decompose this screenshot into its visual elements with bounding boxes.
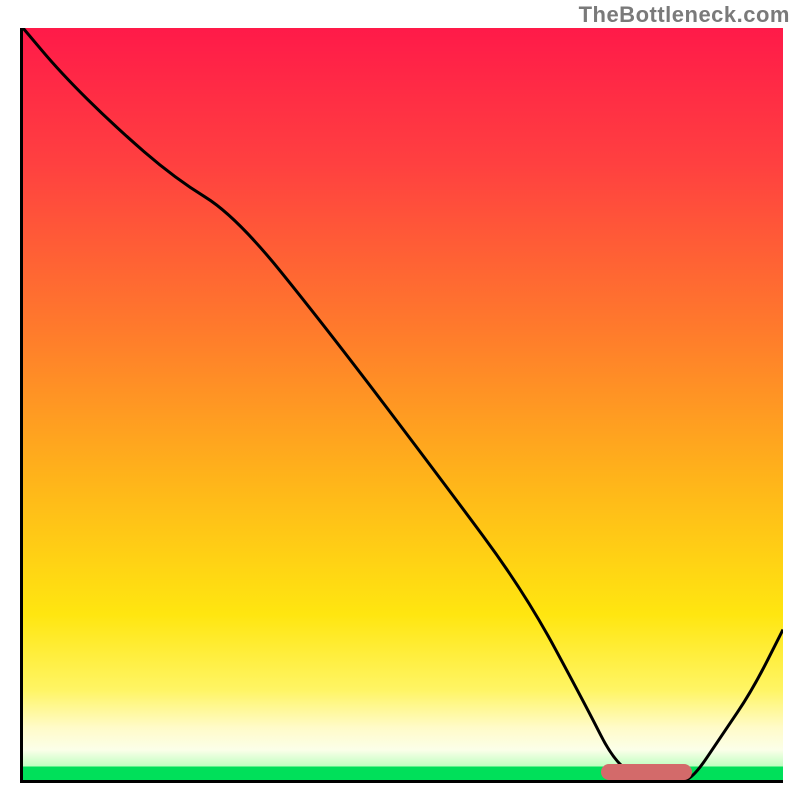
chart-curve [23, 28, 783, 780]
watermark-text: TheBottleneck.com [579, 2, 790, 28]
optimal-range-marker [601, 764, 692, 780]
chart-plot-area [20, 28, 783, 783]
bottleneck-curve-path [23, 28, 783, 780]
